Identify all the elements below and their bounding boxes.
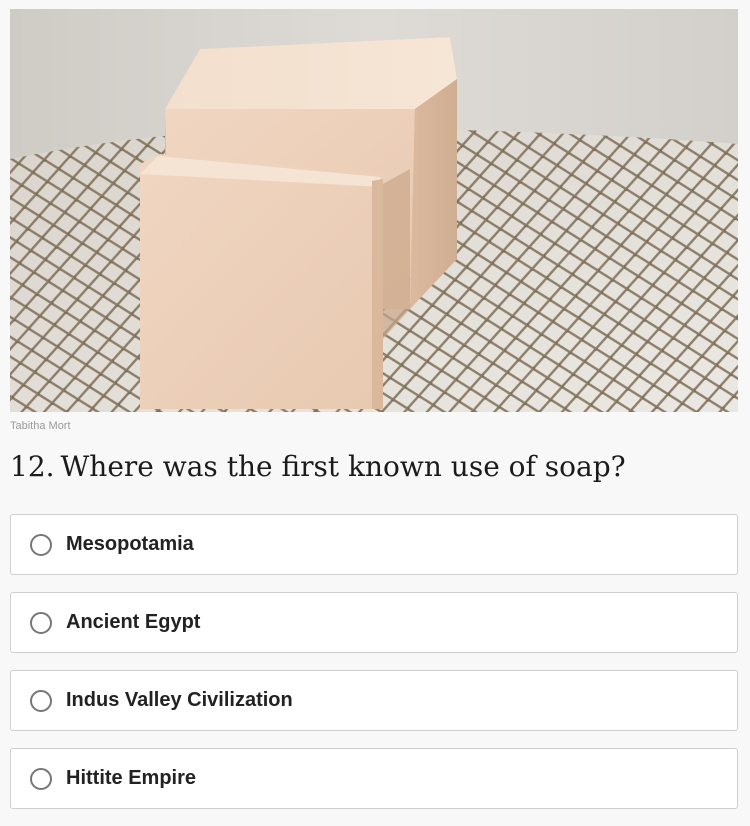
answer-option-mesopotamia[interactable]: Mesopotamia: [10, 514, 738, 575]
answer-label: Indus Valley Civilization: [66, 689, 293, 711]
answer-label: Hittite Empire: [66, 767, 197, 789]
radio-button-icon[interactable]: [30, 767, 52, 790]
answer-label: Mesopotamia: [66, 533, 194, 555]
quiz-photo: [10, 9, 738, 412]
answer-option-ancient-egypt[interactable]: Ancient Egypt: [10, 592, 738, 653]
radio-button-icon[interactable]: [30, 689, 52, 712]
radio-button-icon[interactable]: [30, 611, 52, 634]
question-heading: 12. Where was the first known use of soap…: [10, 447, 738, 487]
answer-label: Ancient Egypt: [66, 611, 201, 633]
photo-credit: Tabitha Mort: [10, 420, 71, 432]
question-number: 12.: [10, 450, 55, 483]
radio-button-icon[interactable]: [30, 533, 52, 556]
question-text: Where was the first known use of soap?: [60, 450, 626, 483]
answer-option-hittite-empire[interactable]: Hittite Empire: [10, 748, 738, 809]
answer-option-indus-valley[interactable]: Indus Valley Civilization: [10, 670, 738, 731]
answer-list: Mesopotamia Ancient Egypt Indus Valley C…: [10, 514, 738, 826]
soap-bars-image: [10, 9, 738, 412]
